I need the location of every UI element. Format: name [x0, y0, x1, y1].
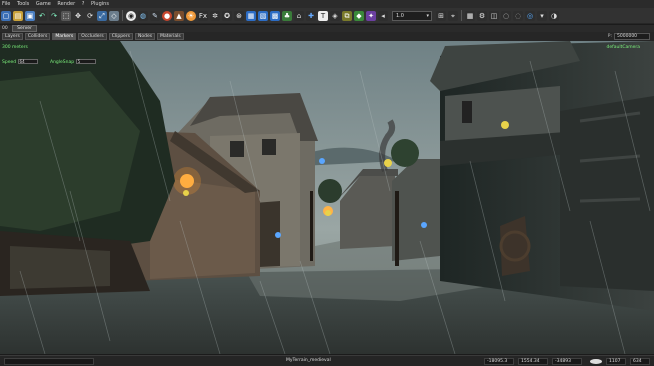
angle-snap-label: AngleSnap	[50, 60, 75, 65]
measure-icon[interactable]: ⌖	[448, 10, 458, 21]
snap-icon[interactable]: ⊞	[436, 10, 446, 21]
brush-icon[interactable]: ●	[162, 10, 172, 21]
dropdown-arrow-icon[interactable]: ▾	[537, 10, 547, 21]
tab-layers[interactable]: Layers	[2, 33, 23, 40]
lock-icon[interactable]: ◈	[330, 10, 340, 21]
object-tabs: Layers Colliders Markers Occluders Clipp…	[0, 32, 654, 41]
save-icon[interactable]: ▣	[25, 10, 35, 21]
grid-blue-icon[interactable]: ▦	[246, 10, 256, 21]
fx-icon[interactable]: Fx	[198, 10, 208, 21]
coord-label: P:	[607, 34, 612, 39]
status-count: 634	[630, 358, 650, 365]
3d-viewport[interactable]: 300 meters defaultCamera Speed 64 AngleS…	[0, 41, 654, 354]
server-tab[interactable]: Server	[12, 25, 37, 32]
menu-bar: File Tools Game Render ? Plugins	[0, 0, 654, 8]
play-icon[interactable]: ◉	[126, 10, 136, 21]
mesh-icon[interactable]: ⧉	[342, 10, 352, 21]
status-filename: MyTerrain_medieval	[286, 358, 331, 363]
status-y-coord: 1554.34	[518, 358, 548, 365]
menu-help[interactable]: ?	[82, 1, 85, 7]
cube-icon[interactable]: ◆	[354, 10, 364, 21]
distance-readout: 300 meters	[2, 45, 28, 50]
grid-icon[interactable]: ▦	[465, 10, 475, 21]
target-icon[interactable]: ⊛	[234, 10, 244, 21]
new-file-icon[interactable]: ▢	[1, 10, 11, 21]
text-icon[interactable]: T	[318, 10, 328, 21]
speed-select[interactable]: 64	[17, 59, 38, 64]
compass-icon[interactable]: ✪	[222, 10, 232, 21]
scene-render	[0, 41, 654, 354]
camera-icon[interactable]: ⌂	[294, 10, 304, 21]
layers-icon[interactable]: ▧	[258, 10, 268, 21]
status-fps: 1107	[606, 358, 626, 365]
shadow-icon[interactable]: ◌	[513, 10, 523, 21]
gear-small-icon[interactable]: ✲	[210, 10, 220, 21]
zoom-select[interactable]: 1.0 ▾	[392, 10, 432, 21]
select-icon[interactable]: ⬚	[61, 10, 71, 21]
particle-icon[interactable]: ✦	[366, 10, 376, 21]
move-icon[interactable]: ✥	[73, 10, 83, 21]
camera-label: defaultCamera	[606, 45, 641, 50]
speed-control: Speed 64	[2, 59, 38, 65]
panel-strip: 00 Server	[0, 25, 654, 32]
toolbar-separator	[461, 10, 462, 21]
light-icon[interactable]: ○	[501, 10, 511, 21]
rotate-icon[interactable]: ⟳	[85, 10, 95, 21]
status-bar: MyTerrain_medieval -18095.3 1554.34 -348…	[0, 355, 654, 366]
tab-colliders[interactable]: Colliders	[24, 33, 51, 40]
sun-icon[interactable]: ☀	[186, 10, 196, 21]
panel-strip-label: 00	[2, 26, 8, 31]
help-icon[interactable]: ◑	[549, 10, 559, 21]
tab-materials[interactable]: Materials	[157, 33, 184, 40]
angle-snap-select[interactable]: 5	[75, 59, 96, 64]
vegetation-icon[interactable]: ♣	[282, 10, 292, 21]
cloud-icon	[590, 359, 602, 364]
status-z-coord: -34893	[552, 358, 582, 365]
menu-render[interactable]: Render	[57, 1, 75, 7]
scale-icon[interactable]: ⤢	[97, 10, 107, 21]
toolbar-separator	[122, 10, 123, 21]
arrow-left-icon[interactable]: ◂	[378, 10, 388, 21]
speed-label: Speed	[2, 60, 17, 65]
chevron-down-icon: ▾	[426, 12, 429, 19]
globe-icon[interactable]: ◎	[525, 10, 535, 21]
menu-game[interactable]: Game	[36, 1, 51, 7]
angle-snap-control: AngleSnap 5	[50, 59, 96, 65]
main-toolbar: ▢ ▤ ▣ ↶ ↷ ⬚ ✥ ⟳ ⤢ ◇ ◉ ◍ ✎ ● ▲ ☀ Fx ✲ ✪ ⊛…	[0, 8, 654, 24]
vertex-icon[interactable]: ◇	[109, 10, 119, 21]
undo-icon[interactable]: ↶	[37, 10, 47, 21]
stop-icon[interactable]: ◍	[138, 10, 148, 21]
menu-plugins[interactable]: Plugins	[91, 1, 109, 7]
tab-nodes[interactable]: Nodes	[135, 33, 156, 40]
status-input[interactable]	[4, 358, 94, 365]
coord-input[interactable]: 5000000	[614, 33, 650, 40]
wrench-icon[interactable]: ✎	[150, 10, 160, 21]
menu-file[interactable]: File	[2, 1, 10, 7]
menu-tools[interactable]: Tools	[17, 1, 29, 7]
redo-icon[interactable]: ↷	[49, 10, 59, 21]
tab-clippers[interactable]: Clippers	[108, 33, 134, 40]
tab-markers[interactable]: Markers	[52, 33, 77, 40]
tab-occluders[interactable]: Occluders	[78, 33, 107, 40]
settings-icon[interactable]: ⚙	[477, 10, 487, 21]
zoom-value: 1.0	[396, 12, 404, 19]
objects-icon[interactable]: ▩	[270, 10, 280, 21]
terrain-icon[interactable]: ▲	[174, 10, 184, 21]
waypoint-icon[interactable]: ✚	[306, 10, 316, 21]
view-icon[interactable]: ◫	[489, 10, 499, 21]
status-x-coord: -18095.3	[484, 358, 514, 365]
open-folder-icon[interactable]: ▤	[13, 10, 23, 21]
